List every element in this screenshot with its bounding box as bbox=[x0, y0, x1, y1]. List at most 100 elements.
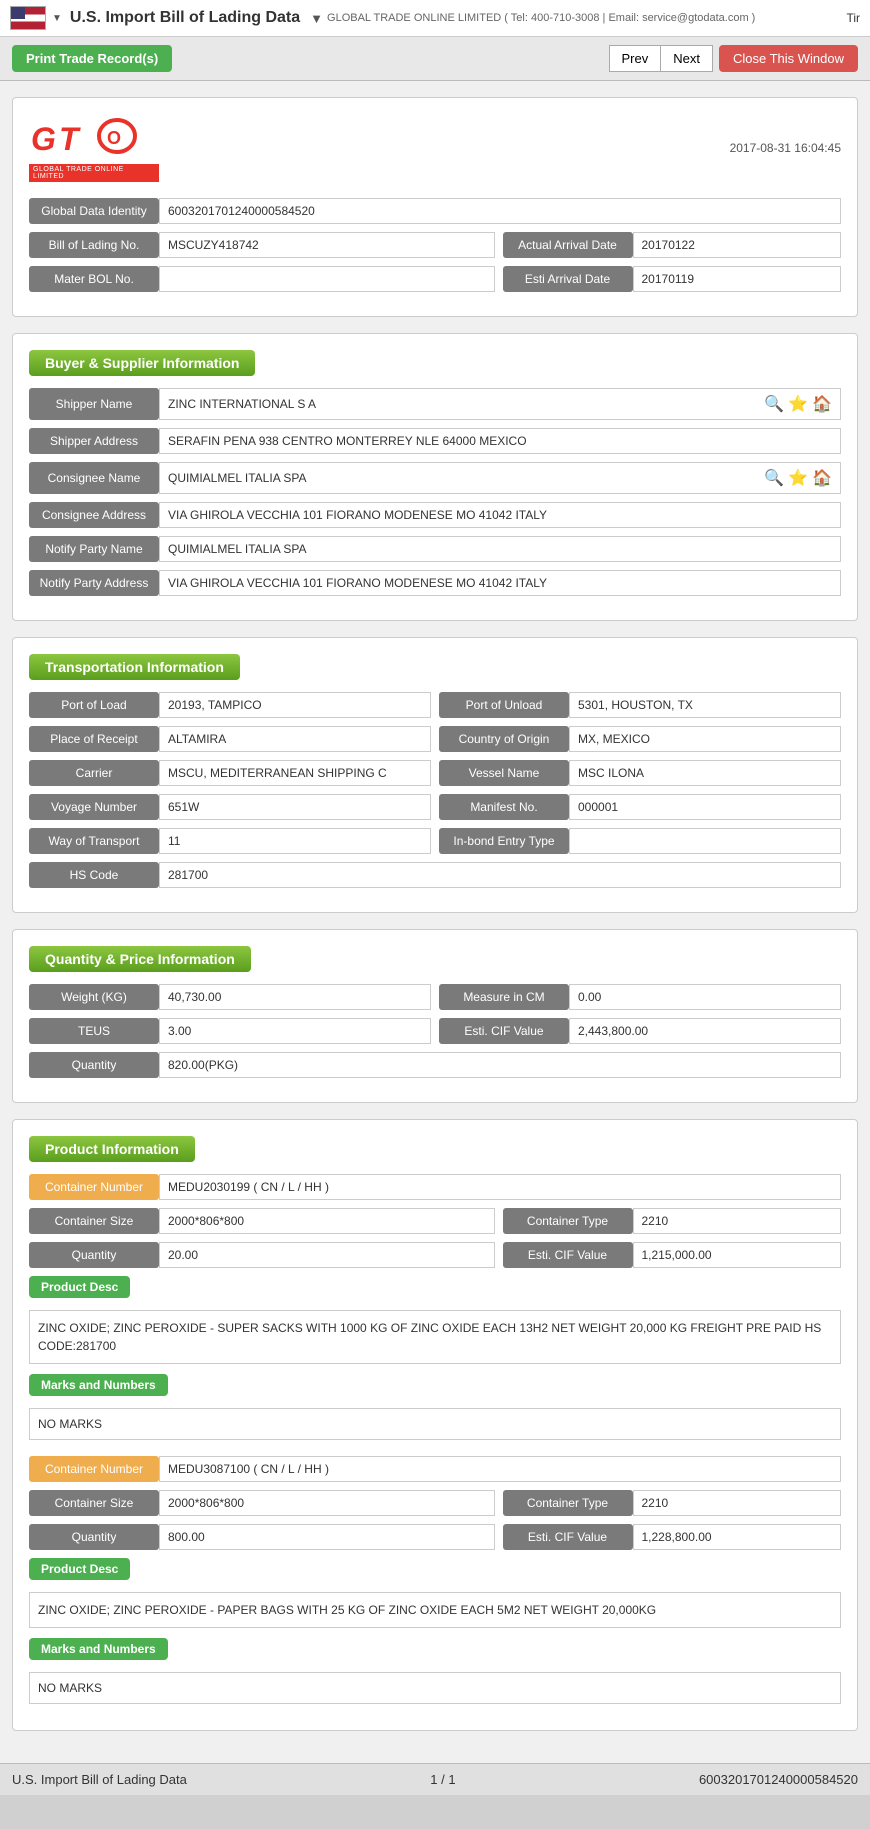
container-2-size-type-row: Container Size 2000*806*800 Container Ty… bbox=[29, 1490, 841, 1516]
hs-code-row: HS Code 281700 bbox=[29, 862, 841, 888]
container-2-marks-label[interactable]: Marks and Numbers bbox=[29, 1638, 168, 1660]
consignee-name-value-container: QUIMIALMEL ITALIA SPA 🔍 ⭐ 🏠 bbox=[159, 462, 841, 494]
quantity-value: 820.00(PKG) bbox=[159, 1052, 841, 1078]
carrier-label: Carrier bbox=[29, 760, 159, 786]
svg-text:G: G bbox=[31, 121, 56, 157]
dropdown-arrow[interactable]: ▼ bbox=[52, 13, 62, 24]
shipper-address-value: SERAFIN PENA 938 CENTRO MONTERREY NLE 64… bbox=[159, 428, 841, 454]
teus-cif-row: TEUS 3.00 Esti. CIF Value 2,443,800.00 bbox=[29, 1018, 841, 1044]
gto-logo: G T O bbox=[29, 114, 139, 164]
container-2: Container Number MEDU3087100 ( CN / L / … bbox=[29, 1456, 841, 1704]
container-2-size-label: Container Size bbox=[29, 1490, 159, 1516]
consignee-star-icon[interactable]: ⭐ bbox=[788, 468, 808, 488]
shipper-home-icon[interactable]: 🏠 bbox=[812, 394, 832, 414]
next-button[interactable]: Next bbox=[660, 45, 713, 72]
print-button[interactable]: Print Trade Record(s) bbox=[12, 45, 172, 72]
container-1-type-label: Container Type bbox=[503, 1208, 633, 1234]
transportation-card: Transportation Information Port of Load … bbox=[12, 637, 858, 913]
teus-label: TEUS bbox=[29, 1018, 159, 1044]
esti-cif-label: Esti. CIF Value bbox=[439, 1018, 569, 1044]
voyage-number-value: 651W bbox=[159, 794, 431, 820]
esti-arrival-value: 20170119 bbox=[633, 266, 842, 292]
notify-party-name-value: QUIMIALMEL ITALIA SPA bbox=[159, 536, 841, 562]
bol-label: Bill of Lading No. bbox=[29, 232, 159, 258]
shipper-name-value: ZINC INTERNATIONAL S A bbox=[168, 397, 756, 411]
toolbar: Print Trade Record(s) Prev Next Close Th… bbox=[0, 37, 870, 81]
product-info-card: Product Information Container Number MED… bbox=[12, 1119, 858, 1731]
container-1-marks-label[interactable]: Marks and Numbers bbox=[29, 1374, 168, 1396]
port-of-load-label: Port of Load bbox=[29, 692, 159, 718]
consignee-address-label: Consignee Address bbox=[29, 502, 159, 528]
notify-party-name-row: Notify Party Name QUIMIALMEL ITALIA SPA bbox=[29, 536, 841, 562]
port-of-load-value: 20193, TAMPICO bbox=[159, 692, 431, 718]
container-2-type-label: Container Type bbox=[503, 1490, 633, 1516]
prev-button[interactable]: Prev bbox=[609, 45, 661, 72]
shipper-address-row: Shipper Address SERAFIN PENA 938 CENTRO … bbox=[29, 428, 841, 454]
container-2-marks-value: NO MARKS bbox=[29, 1672, 841, 1704]
port-of-unload-value: 5301, HOUSTON, TX bbox=[569, 692, 841, 718]
main-content: G T O GLOBAL TRADE ONLINE LIMITED 2017-0… bbox=[0, 81, 870, 1763]
consignee-address-value: VIA GHIROLA VECCHIA 101 FIORANO MODENESE… bbox=[159, 502, 841, 528]
country-of-origin-label: Country of Origin bbox=[439, 726, 569, 752]
inbond-entry-label: In-bond Entry Type bbox=[439, 828, 569, 854]
global-data-identity-label: Global Data Identity bbox=[29, 198, 159, 224]
hs-code-value: 281700 bbox=[159, 862, 841, 888]
record-card: G T O GLOBAL TRADE ONLINE LIMITED 2017-0… bbox=[12, 97, 858, 317]
weight-label: Weight (KG) bbox=[29, 984, 159, 1010]
record-header: G T O GLOBAL TRADE ONLINE LIMITED 2017-0… bbox=[29, 114, 841, 182]
inbond-entry-value bbox=[569, 828, 841, 854]
notify-party-address-label: Notify Party Address bbox=[29, 570, 159, 596]
container-1-product-desc-label[interactable]: Product Desc bbox=[29, 1276, 130, 1298]
container-2-product-desc-label[interactable]: Product Desc bbox=[29, 1558, 130, 1580]
hs-code-label: HS Code bbox=[29, 862, 159, 888]
container-2-number-value: MEDU3087100 ( CN / L / HH ) bbox=[159, 1456, 841, 1482]
container-2-qty-cif-row: Quantity 800.00 Esti. CIF Value 1,228,80… bbox=[29, 1524, 841, 1550]
container-1-qty-cif-row: Quantity 20.00 Esti. CIF Value 1,215,000… bbox=[29, 1242, 841, 1268]
container-1-size-type-row: Container Size 2000*806*800 Container Ty… bbox=[29, 1208, 841, 1234]
container-1-marks-value: NO MARKS bbox=[29, 1408, 841, 1440]
container-1: Container Number MEDU2030199 ( CN / L / … bbox=[29, 1174, 841, 1440]
shipper-search-icon[interactable]: 🔍 bbox=[764, 394, 784, 414]
actual-arrival-label: Actual Arrival Date bbox=[503, 232, 633, 258]
weight-measure-row: Weight (KG) 40,730.00 Measure in CM 0.00 bbox=[29, 984, 841, 1010]
consignee-search-icon[interactable]: 🔍 bbox=[764, 468, 784, 488]
measure-label: Measure in CM bbox=[439, 984, 569, 1010]
esti-cif-value: 2,443,800.00 bbox=[569, 1018, 841, 1044]
quantity-label: Quantity bbox=[29, 1052, 159, 1078]
footer-page: 1 / 1 bbox=[430, 1772, 455, 1787]
place-of-receipt-label: Place of Receipt bbox=[29, 726, 159, 752]
weight-value: 40,730.00 bbox=[159, 984, 431, 1010]
country-of-origin-value: MX, MEXICO bbox=[569, 726, 841, 752]
container-2-qty-label: Quantity bbox=[29, 1524, 159, 1550]
top-bar-right: Tir bbox=[846, 11, 860, 25]
container-1-size-label: Container Size bbox=[29, 1208, 159, 1234]
notify-party-name-label: Notify Party Name bbox=[29, 536, 159, 562]
close-button[interactable]: Close This Window bbox=[719, 45, 858, 72]
title-dropdown-icon[interactable]: ▼ bbox=[310, 11, 323, 26]
container-1-marks-row: Marks and Numbers NO MARKS bbox=[29, 1374, 841, 1440]
product-info-heading: Product Information bbox=[29, 1136, 195, 1162]
mater-bol-value bbox=[159, 266, 495, 292]
consignee-name-row: Consignee Name QUIMIALMEL ITALIA SPA 🔍 ⭐… bbox=[29, 462, 841, 494]
container-2-number-row: Container Number MEDU3087100 ( CN / L / … bbox=[29, 1456, 841, 1482]
port-of-unload-label: Port of Unload bbox=[439, 692, 569, 718]
top-bar-title: U.S. Import Bill of Lading Data bbox=[70, 9, 300, 27]
nav-buttons: Prev Next bbox=[609, 45, 713, 72]
container-1-type-value: 2210 bbox=[633, 1208, 842, 1234]
consignee-name-value: QUIMIALMEL ITALIA SPA bbox=[168, 471, 756, 485]
manifest-no-value: 000001 bbox=[569, 794, 841, 820]
global-data-identity-value: 6003201701240000584520 bbox=[159, 198, 841, 224]
shipper-name-row: Shipper Name ZINC INTERNATIONAL S A 🔍 ⭐ … bbox=[29, 388, 841, 420]
global-data-identity-row: Global Data Identity 6003201701240000584… bbox=[29, 198, 841, 224]
shipper-name-icons: 🔍 ⭐ 🏠 bbox=[764, 394, 832, 414]
consignee-name-label: Consignee Name bbox=[29, 462, 159, 494]
actual-arrival-value: 20170122 bbox=[633, 232, 842, 258]
logo-area: G T O bbox=[29, 114, 159, 164]
vessel-name-label: Vessel Name bbox=[439, 760, 569, 786]
container-1-number-value: MEDU2030199 ( CN / L / HH ) bbox=[159, 1174, 841, 1200]
quantity-price-heading: Quantity & Price Information bbox=[29, 946, 251, 972]
consignee-home-icon[interactable]: 🏠 bbox=[812, 468, 832, 488]
receipt-origin-row: Place of Receipt ALTAMIRA Country of Ori… bbox=[29, 726, 841, 752]
shipper-star-icon[interactable]: ⭐ bbox=[788, 394, 808, 414]
bol-row: Bill of Lading No. MSCUZY418742 Actual A… bbox=[29, 232, 841, 258]
